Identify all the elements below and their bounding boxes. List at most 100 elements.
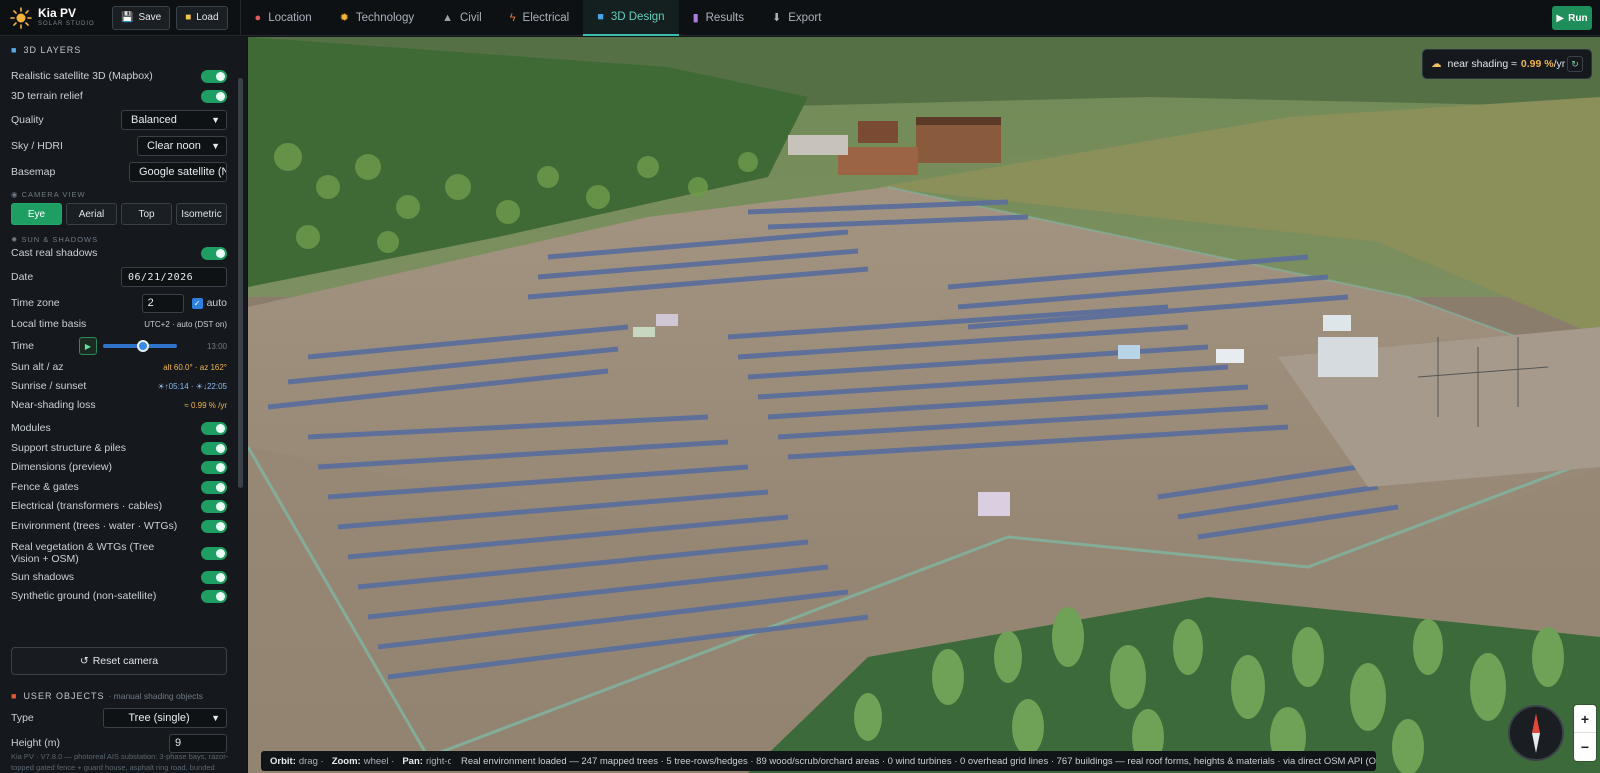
row-timezone: Time zone 2 ✓ auto — [11, 292, 227, 314]
tab-3d-design[interactable]: ■ 3D Design — [583, 0, 679, 36]
cube-icon: ■ — [11, 45, 18, 55]
cube-icon: ■ — [597, 10, 604, 23]
tab-electrical[interactable]: ϟ Electrical — [496, 0, 583, 36]
top-bar: Kia PV SOLAR STUDIO 💾 Save ■ Load ● Locatio… — [0, 0, 1600, 36]
row-support-structure: Support structure & piles — [11, 439, 227, 457]
row-label: Sun alt / az — [11, 361, 64, 373]
refresh-icon: ↻ — [1571, 58, 1579, 69]
section-sun-shadows: ✹ SUN & SHADOWS — [11, 235, 98, 244]
quality-select[interactable]: Balanced ▼ — [121, 110, 227, 130]
row-label: Basemap — [11, 166, 56, 178]
row-label: Sun shadows — [11, 571, 75, 583]
time-controls: ▶ 13:00 — [79, 337, 227, 355]
auto-checkbox[interactable]: ✓ — [191, 297, 203, 309]
hint-orbit-key: Orbit: — [270, 755, 296, 767]
scene-render — [248, 37, 1600, 773]
compass-control[interactable] — [1508, 705, 1564, 761]
row-label: Sky / HDRI — [11, 140, 63, 152]
row-label: Modules — [11, 422, 51, 434]
row-label: Date — [11, 271, 34, 283]
hint-pan-key: Pan: — [402, 755, 423, 767]
camera-eye-button[interactable]: Eye — [11, 203, 62, 225]
synthetic-ground-toggle[interactable] — [201, 589, 227, 603]
tab-results[interactable]: ▮ Results — [679, 0, 758, 36]
3d-viewport[interactable]: ☁ near shading ≈ 0.99 % /yr ↻ Orbit: drag… — [248, 37, 1600, 773]
save-button[interactable]: 💾 Save — [112, 5, 171, 30]
tab-location[interactable]: ● Location — [241, 0, 326, 36]
bolt-icon: ϟ — [509, 11, 516, 24]
main-tabs: ● Location ✹ Technology ▲ Civil ϟ Electrical… — [241, 0, 836, 36]
row-time: Time ▶ 13:00 — [11, 336, 227, 356]
tab-export[interactable]: ⬇ Export — [758, 0, 835, 36]
reset-camera-button[interactable]: ↺ Reset camera — [11, 647, 227, 675]
row-date: Date 06/21/2026 — [11, 266, 227, 288]
object-type-select[interactable]: Tree (single) ▼ — [103, 708, 227, 728]
row-label: 3D terrain relief — [11, 90, 83, 102]
section-title: 3D LAYERS — [23, 45, 82, 55]
time-slider-knob[interactable] — [136, 340, 149, 352]
chart-icon: ▮ — [692, 12, 699, 24]
basemap-select[interactable]: Google satellite (N — [129, 162, 227, 182]
camera-isometric-button[interactable]: Isometric — [176, 203, 227, 225]
row-time-basis: Local time basis UTC+2 · auto (DST on) — [11, 315, 227, 333]
sidebar: ■ 3D LAYERS Realistic satellite 3D (Mapbo… — [0, 37, 247, 773]
folder-icon: ■ — [185, 12, 192, 23]
row-label: Quality — [11, 114, 44, 126]
dimensions-toggle[interactable] — [201, 460, 227, 474]
reset-camera-label: Reset camera — [92, 655, 159, 667]
row-label: Synthetic ground (non-satellite) — [11, 590, 157, 602]
row-label: Realistic satellite 3D (Mapbox) — [11, 70, 153, 82]
play-icon: ▶ — [1556, 12, 1565, 24]
tab-label: Export — [788, 11, 822, 24]
section-camera-view: ◉ CAMERA VIEW — [11, 190, 86, 199]
tab-label: Technology — [355, 11, 415, 24]
near-shading-chip-unit: /yr — [1553, 58, 1566, 70]
row-dimensions: Dimensions (preview) — [11, 458, 227, 476]
load-button[interactable]: ■ Load — [176, 5, 228, 30]
row-label: Time — [11, 340, 34, 352]
hint-zoom: wheel · — [363, 755, 395, 767]
electrical-toggle[interactable] — [201, 499, 227, 513]
row-label: Dimensions (preview) — [11, 461, 112, 473]
modules-toggle[interactable] — [201, 421, 227, 435]
realistic-satellite-toggle[interactable] — [201, 69, 227, 83]
refresh-shading-button[interactable]: ↻ — [1567, 56, 1583, 72]
row-label: Electrical (transformers · cables) — [11, 500, 163, 512]
near-shading-value: ≈ 0.99 % /yr — [184, 400, 227, 410]
date-input[interactable]: 06/21/2026 — [121, 267, 227, 287]
timezone-input[interactable]: 2 — [141, 293, 184, 313]
sky-select[interactable]: Clear noon ▼ — [137, 136, 227, 156]
run-button[interactable]: ▶ Run — [1552, 6, 1592, 30]
load-label: Load — [196, 12, 219, 23]
tab-technology[interactable]: ✹ Technology — [326, 0, 428, 36]
real-vegetation-toggle[interactable] — [201, 546, 227, 560]
camera-aerial-button[interactable]: Aerial — [66, 203, 117, 225]
row-sunrise-sunset: Sunrise / sunset ☀↑05:14 · ☀↓22:05 — [11, 377, 227, 395]
objects-icon: ■ — [11, 691, 18, 701]
near-shading-chip-label: near shading ≈ — [1447, 58, 1517, 70]
section-user-objects[interactable]: ■ USER OBJECTS · manual shading objects — [11, 691, 203, 701]
sunrise-sunset-value: ☀↑05:14 · ☀↓22:05 — [157, 381, 228, 391]
section-3d-layers[interactable]: ■ 3D LAYERS — [11, 45, 81, 55]
zoom-in-button[interactable]: + — [1574, 705, 1596, 733]
run-label: Run — [1568, 12, 1588, 24]
zoom-control: + − — [1574, 705, 1596, 761]
cast-shadows-toggle[interactable] — [201, 246, 227, 260]
sun-shadows-toggle[interactable] — [201, 570, 227, 584]
terrain-relief-toggle[interactable] — [201, 89, 227, 103]
tab-civil[interactable]: ▲ Civil — [428, 0, 496, 36]
zoom-out-button[interactable]: − — [1574, 733, 1596, 761]
object-height-input[interactable]: 9 — [169, 733, 227, 753]
select-value: Clear noon — [147, 140, 201, 152]
navigation-hint: Orbit: drag · Zoom: wheel · Pan: right-drag — [261, 751, 476, 771]
support-structure-toggle[interactable] — [201, 441, 227, 455]
sidebar-scrollbar[interactable] — [238, 78, 243, 488]
near-shading-chip-value: 0.99 % — [1520, 58, 1554, 70]
environment-toggle[interactable] — [201, 519, 227, 533]
tab-label: Location — [268, 11, 312, 24]
time-slider[interactable] — [103, 340, 177, 352]
fence-toggle[interactable] — [201, 480, 227, 494]
camera-top-button[interactable]: Top — [121, 203, 172, 225]
play-button[interactable]: ▶ — [79, 337, 97, 355]
terrain-icon: ▲ — [442, 11, 453, 24]
